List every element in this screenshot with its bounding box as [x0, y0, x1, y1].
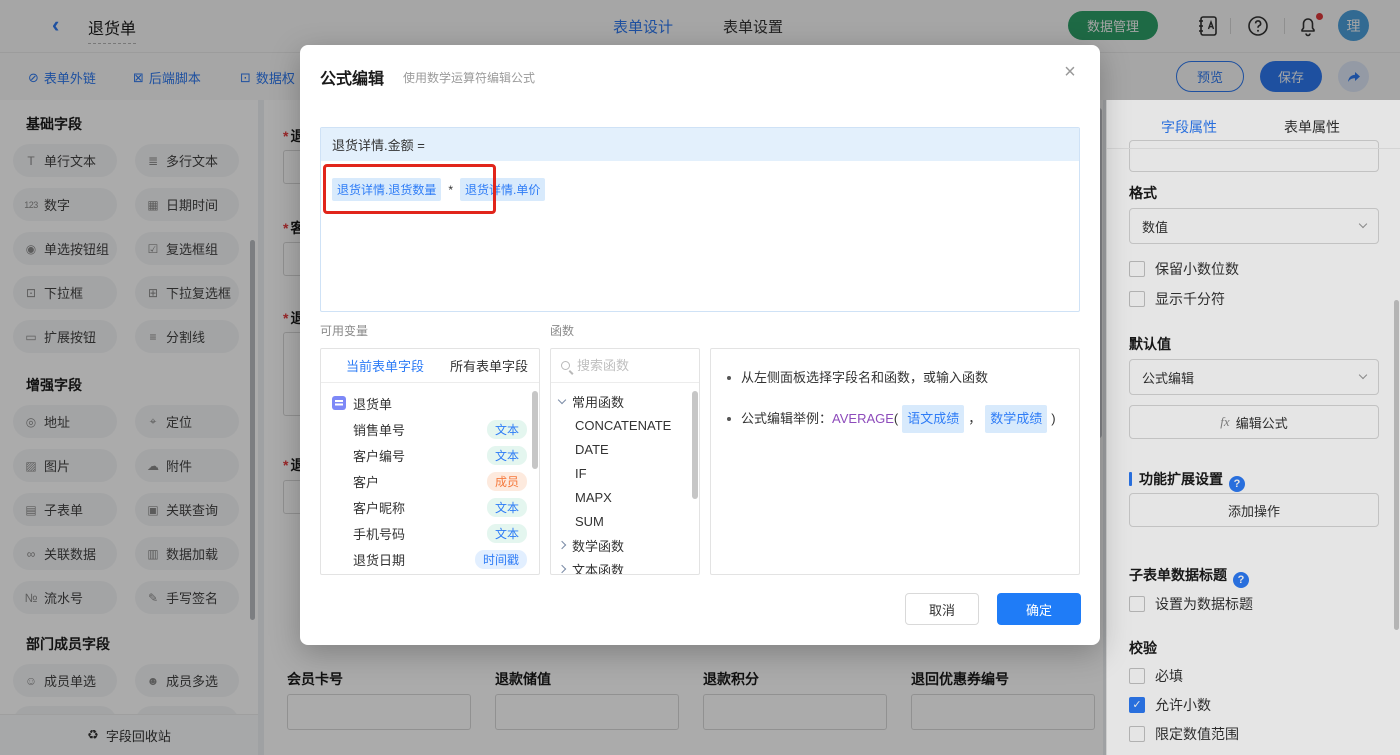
type-badge: 文本 [486, 419, 527, 439]
type-badge: 文本 [486, 497, 527, 517]
type-badge: 文本 [486, 445, 527, 465]
variable-name: 手机号码 [353, 526, 406, 542]
variable-name: 销售单号 [353, 422, 406, 438]
functions-scrollbar[interactable] [692, 391, 698, 499]
bullet-icon [727, 417, 731, 421]
function-item[interactable]: CONCATENATE [551, 413, 699, 437]
type-badge: 成员 [486, 471, 527, 491]
close-icon[interactable]: × [1058, 61, 1082, 84]
variable-name: 退货日期 [353, 552, 406, 568]
tab-current-form-fields[interactable]: 当前表单字段 [346, 356, 424, 375]
variables-tabs: 当前表单字段 所有表单字段 [321, 349, 539, 383]
bullet-icon [727, 376, 731, 380]
function-search [551, 349, 699, 383]
variable-row[interactable]: 退货日期 时间戳 [321, 546, 539, 572]
function-group-label: 文本函数 [572, 562, 625, 575]
type-badge: 时间戳 [474, 549, 527, 569]
variable-row[interactable]: 手机号码 文本 [321, 520, 539, 546]
chevron-down-icon [557, 395, 567, 405]
dim-overlay-light [1106, 100, 1400, 755]
variable-row[interactable]: 销售单号 文本 [321, 416, 539, 442]
function-group-text[interactable]: 文本函数 [551, 557, 699, 575]
variable-name: 客户昵称 [353, 500, 406, 516]
function-group-label: 数学函数 [572, 538, 625, 554]
variable-row[interactable]: 客户 成员 [321, 468, 539, 494]
variable-name: 客户 [353, 474, 380, 490]
functions-panel: 常用函数 CONCATENATE DATE IF MAPX SUM 数学函数 文… [550, 348, 700, 575]
function-group-math[interactable]: 数学函数 [551, 533, 699, 557]
function-item[interactable]: MAPX [551, 485, 699, 509]
variables-panel: 当前表单字段 所有表单字段 退货单 销售单号 文本 客户编号 文本 客户 成员 … [320, 348, 540, 575]
search-icon [561, 361, 570, 370]
annotation-red-box [323, 164, 496, 214]
tip-line: 从左侧面板选择字段名和函数，或输入函数 [727, 367, 1063, 389]
variables-label: 可用变量 [320, 324, 369, 338]
function-item[interactable]: DATE [551, 437, 699, 461]
modal-subtitle: 使用数学运算符编辑公式 [403, 71, 536, 85]
type-badge: 文本 [486, 523, 527, 543]
tips-panel: 从左侧面板选择字段名和函数，或输入函数 公式编辑举例： AVERAGE ( 语文… [710, 348, 1080, 575]
form-doc-icon [332, 396, 346, 410]
variables-scrollbar[interactable] [532, 391, 538, 469]
function-group-label: 常用函数 [572, 394, 625, 410]
tip-line-example: 公式编辑举例： AVERAGE ( 语文成绩 ， 数学成绩 ) [727, 405, 1063, 433]
formula-editor-modal: 公式编辑 使用数学运算符编辑公式 × 退货详情.金额 = 退货详情.退货数量 *… [300, 45, 1100, 645]
function-group-common[interactable]: 常用函数 [551, 389, 699, 413]
function-item[interactable]: SUM [551, 509, 699, 533]
search-input[interactable] [577, 358, 669, 373]
formula-target: 退货详情.金额 = [321, 128, 1079, 161]
variable-row[interactable]: 客户编号 文本 [321, 442, 539, 468]
form-node-label: 退货单 [353, 396, 393, 412]
app-screen: ‹ 退货单 表单设计 表单设置 数据管理 理 ⊘ 表单外链 ⊠ 后端脚本 ⊡ 数… [0, 0, 1400, 755]
variable-name: 客户编号 [353, 448, 406, 464]
example-chip: 数学成绩 [985, 405, 1048, 433]
confirm-button[interactable]: 确定 [997, 593, 1081, 625]
chevron-right-icon [557, 540, 567, 550]
chevron-right-icon [557, 564, 567, 574]
formula-editor-area[interactable]: 退货详情.金额 = 退货详情.退货数量 * 退货详情.单价 [320, 127, 1080, 312]
tab-all-form-fields[interactable]: 所有表单字段 [450, 356, 528, 375]
function-item[interactable]: IF [551, 461, 699, 485]
modal-title: 公式编辑 [320, 71, 385, 88]
variable-row[interactable]: 客户昵称 文本 [321, 494, 539, 520]
example-function-name: AVERAGE [832, 411, 894, 426]
example-chip: 语文成绩 [902, 405, 965, 433]
cancel-button[interactable]: 取消 [905, 593, 979, 625]
form-node[interactable]: 退货单 [321, 390, 539, 416]
functions-label: 函数 [550, 324, 575, 338]
